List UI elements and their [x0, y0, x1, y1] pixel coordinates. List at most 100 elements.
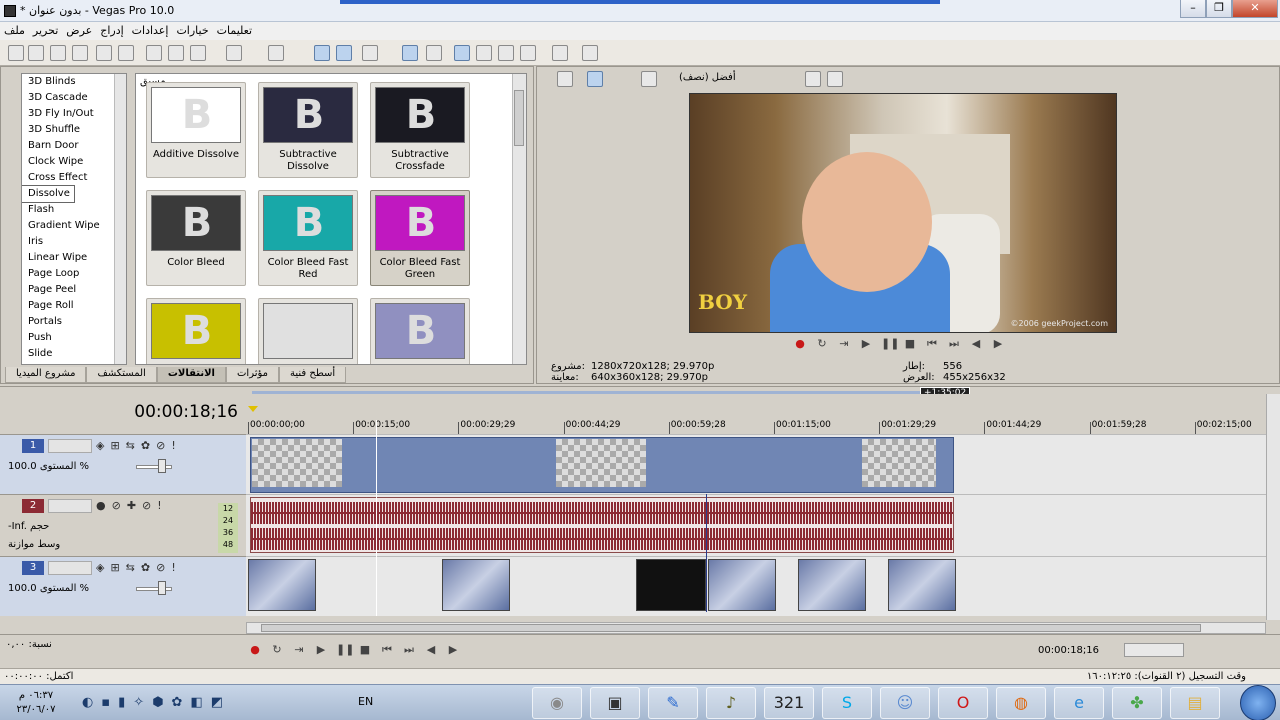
track-name-field[interactable] — [48, 439, 92, 453]
transition-item[interactable]: Page Peel — [22, 282, 126, 298]
transition-item[interactable]: 3D Fly In/Out — [22, 106, 126, 122]
next-frame-icon[interactable]: ▶ — [446, 643, 460, 657]
transition-item[interactable]: 3D Cascade — [22, 90, 126, 106]
transition-item[interactable]: Cross Effect — [22, 170, 126, 186]
menu-help[interactable]: تعليمات — [217, 24, 252, 37]
play-from-start-icon[interactable]: ⇥ — [837, 337, 851, 351]
firefox-icon[interactable]: ◍ — [996, 687, 1046, 719]
tab-effects[interactable]: مؤثرات — [226, 367, 280, 383]
track-header-2[interactable]: 2 ●⊘✚⊘! -Inf. حجم وسط موازنة 12 24 36 48 — [0, 494, 246, 556]
menu-insert[interactable]: إدراج — [100, 24, 123, 37]
audio-event[interactable] — [250, 497, 954, 553]
minimize-button[interactable]: – — [1180, 0, 1206, 18]
menu-options[interactable]: خيارات — [176, 24, 208, 37]
external-monitor-icon[interactable] — [587, 71, 603, 87]
auto-crossfade-icon[interactable] — [402, 45, 418, 61]
go-to-start-icon[interactable]: ⏮ — [380, 643, 394, 657]
transition-item[interactable]: Page Loop — [22, 266, 126, 282]
save-as-icon[interactable] — [72, 45, 88, 61]
preset-thumbnail[interactable]: B Color Bleed — [146, 190, 246, 286]
transition-item[interactable]: Push — [22, 330, 126, 346]
play-from-start-icon[interactable]: ⇥ — [292, 643, 306, 657]
prev-frame-icon[interactable]: ◀ — [424, 643, 438, 657]
transition-item[interactable]: Barn Door — [22, 138, 126, 154]
zoom-tool-icon[interactable] — [520, 45, 536, 61]
paste-icon[interactable] — [190, 45, 206, 61]
split-icon[interactable] — [552, 45, 568, 61]
tab-project-media[interactable]: مشروع الميديا — [5, 367, 87, 383]
language-indicator[interactable]: EN — [358, 695, 373, 708]
timeline-scroll-thumb[interactable] — [261, 624, 1201, 632]
transition-item[interactable]: Dissolve — [22, 185, 75, 203]
preview-quality-select[interactable]: أفضل (نصف) — [679, 72, 736, 83]
go-to-end-icon[interactable]: ⏭ — [402, 643, 416, 657]
maximize-button[interactable]: ❐ — [1206, 0, 1232, 18]
track-name-field[interactable] — [48, 499, 92, 513]
vegas-icon[interactable]: ▣ — [590, 687, 640, 719]
video-thumbnail[interactable] — [798, 559, 866, 611]
taskbar-clock[interactable]: ٠٦:٣٧ م ٢٣/٠٦/٠٧ — [6, 689, 66, 717]
copy-snapshot-icon[interactable] — [827, 71, 843, 87]
level-slider[interactable] — [136, 465, 172, 469]
overlays-icon[interactable] — [805, 71, 821, 87]
system-tray-icons[interactable]: ◐▪▮✧⬢✿◧◩ — [82, 695, 231, 710]
track-controls[interactable]: ●⊘✚⊘! — [96, 499, 168, 512]
folder-icon[interactable]: ▤ — [1170, 687, 1220, 719]
menu-view[interactable]: عرض — [66, 24, 92, 37]
render-icon[interactable] — [96, 45, 112, 61]
tab-media-generators[interactable]: أسطح فنية — [279, 367, 347, 383]
timeline-ruler[interactable]: 00:00:00;00 00:00:15;00 00:00:29;29 00:00:4… — [246, 394, 1266, 434]
menu-settings[interactable]: إعدادات — [132, 24, 169, 37]
preset-thumbnail[interactable]: B — [146, 298, 246, 364]
help-pointer-icon[interactable] — [582, 45, 598, 61]
level-slider-knob[interactable] — [158, 581, 166, 595]
properties-icon[interactable] — [118, 45, 134, 61]
transition-item[interactable]: Clock Wipe — [22, 154, 126, 170]
redo-icon[interactable] — [268, 45, 284, 61]
menu-file[interactable]: ملف — [4, 24, 25, 37]
chat-icon[interactable]: ☺ — [880, 687, 930, 719]
transition-item[interactable]: Linear Wipe — [22, 250, 126, 266]
transitions-list-scrollbar[interactable] — [114, 74, 126, 364]
track-header-3[interactable]: 3 ◈⊞⇆✿⊘! المستوى 100.0 % — [0, 556, 246, 616]
lock-envelopes-icon[interactable] — [336, 45, 352, 61]
presets-scroll-thumb[interactable] — [514, 90, 524, 146]
pen-icon[interactable]: ✎ — [648, 687, 698, 719]
clapper-icon[interactable]: 321 — [764, 687, 814, 719]
track-controls[interactable]: ◈⊞⇆✿⊘! — [96, 439, 182, 452]
video-thumbnail[interactable] — [442, 559, 510, 611]
transition-item[interactable]: Flash — [22, 202, 126, 218]
selection-tool-icon[interactable] — [498, 45, 514, 61]
video-thumbnail[interactable] — [888, 559, 956, 611]
loop-icon[interactable]: ↻ — [270, 643, 284, 657]
cut-icon[interactable] — [146, 45, 162, 61]
timeline-loop-bar[interactable]: +1:35:02 — [0, 386, 1280, 399]
recorder-icon[interactable]: ♪ — [706, 687, 756, 719]
preset-thumbnail[interactable]: B Subtractive Crossfade — [370, 82, 470, 178]
open-icon[interactable] — [28, 45, 44, 61]
level-slider-knob[interactable] — [158, 459, 166, 473]
preset-thumbnail[interactable]: B Subtractive Dissolve — [258, 82, 358, 178]
prev-frame-icon[interactable]: ◀ — [969, 337, 983, 351]
menu-edit[interactable]: تحرير — [33, 24, 58, 37]
tab-explorer[interactable]: المستكشف — [86, 367, 157, 383]
timeline-vertical-scrollbar[interactable] — [1266, 394, 1280, 620]
go-to-end-icon[interactable]: ⏭ — [947, 337, 961, 351]
normal-edit-tool-icon[interactable] — [454, 45, 470, 61]
video-thumbnail[interactable] — [708, 559, 776, 611]
record-icon[interactable]: ● — [793, 337, 807, 351]
track-controls[interactable]: ◈⊞⇆✿⊘! — [96, 561, 182, 574]
undo-icon[interactable] — [226, 45, 242, 61]
selection-length-field[interactable] — [1124, 643, 1184, 657]
start-button[interactable] — [1240, 685, 1276, 720]
copy-icon[interactable] — [168, 45, 184, 61]
ignore-grouping-icon[interactable] — [426, 45, 442, 61]
stop-icon[interactable]: ■ — [903, 337, 917, 351]
presets-scrollbar[interactable] — [512, 74, 526, 364]
snap-icon[interactable] — [362, 45, 378, 61]
preview-fx-icon[interactable] — [641, 71, 657, 87]
play-icon[interactable]: ▶ — [859, 337, 873, 351]
play-icon[interactable]: ▶ — [314, 643, 328, 657]
video-thumbnail[interactable] — [248, 559, 316, 611]
envelope-tool-icon[interactable] — [476, 45, 492, 61]
